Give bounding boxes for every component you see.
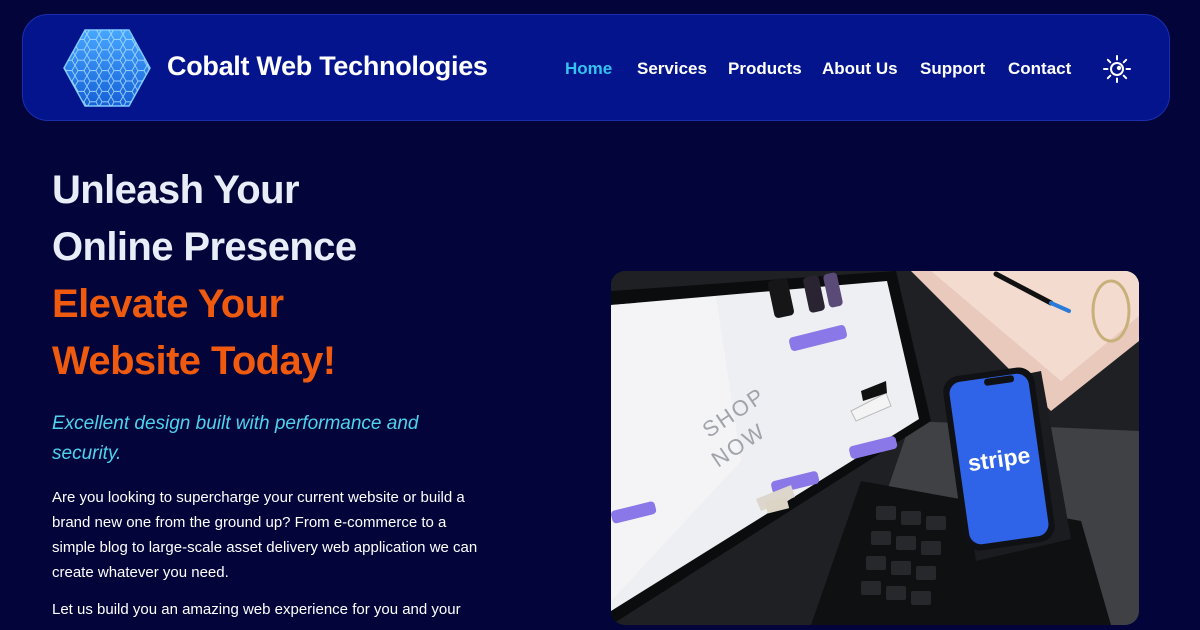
nav-item-services[interactable]: Services	[637, 59, 707, 79]
site-header: Cobalt Web Technologies Home Services Pr…	[22, 14, 1170, 121]
headline-line-2: Online Presence	[52, 225, 357, 269]
highlight-line-1: Elevate Your	[52, 282, 284, 326]
hexagon-honeycomb-logo[interactable]	[63, 29, 151, 107]
hero-paragraph-2: Let us build you an amazing web experien…	[52, 601, 461, 618]
highlight-line-2: Website Today!	[52, 339, 336, 383]
hero-headline: Unleash Your Online Presence Elevate You…	[52, 162, 357, 390]
hero-paragraph-1: Are you looking to supercharge your curr…	[52, 489, 478, 581]
nav-item-about-us[interactable]: About Us	[822, 59, 898, 79]
nav-item-home[interactable]: Home	[565, 59, 612, 79]
nav-item-products[interactable]: Products	[728, 59, 802, 79]
nav-item-support[interactable]: Support	[920, 59, 985, 79]
headline-line-1: Unleash Your	[52, 168, 300, 212]
hero-image: SHOP NOW stripe	[611, 271, 1139, 625]
nav-item-contact[interactable]: Contact	[1008, 59, 1071, 79]
hero-tagline: Excellent design built with performance …	[52, 413, 419, 464]
brand-name[interactable]: Cobalt Web Technologies	[167, 51, 488, 82]
sun-icon[interactable]	[1102, 54, 1132, 84]
